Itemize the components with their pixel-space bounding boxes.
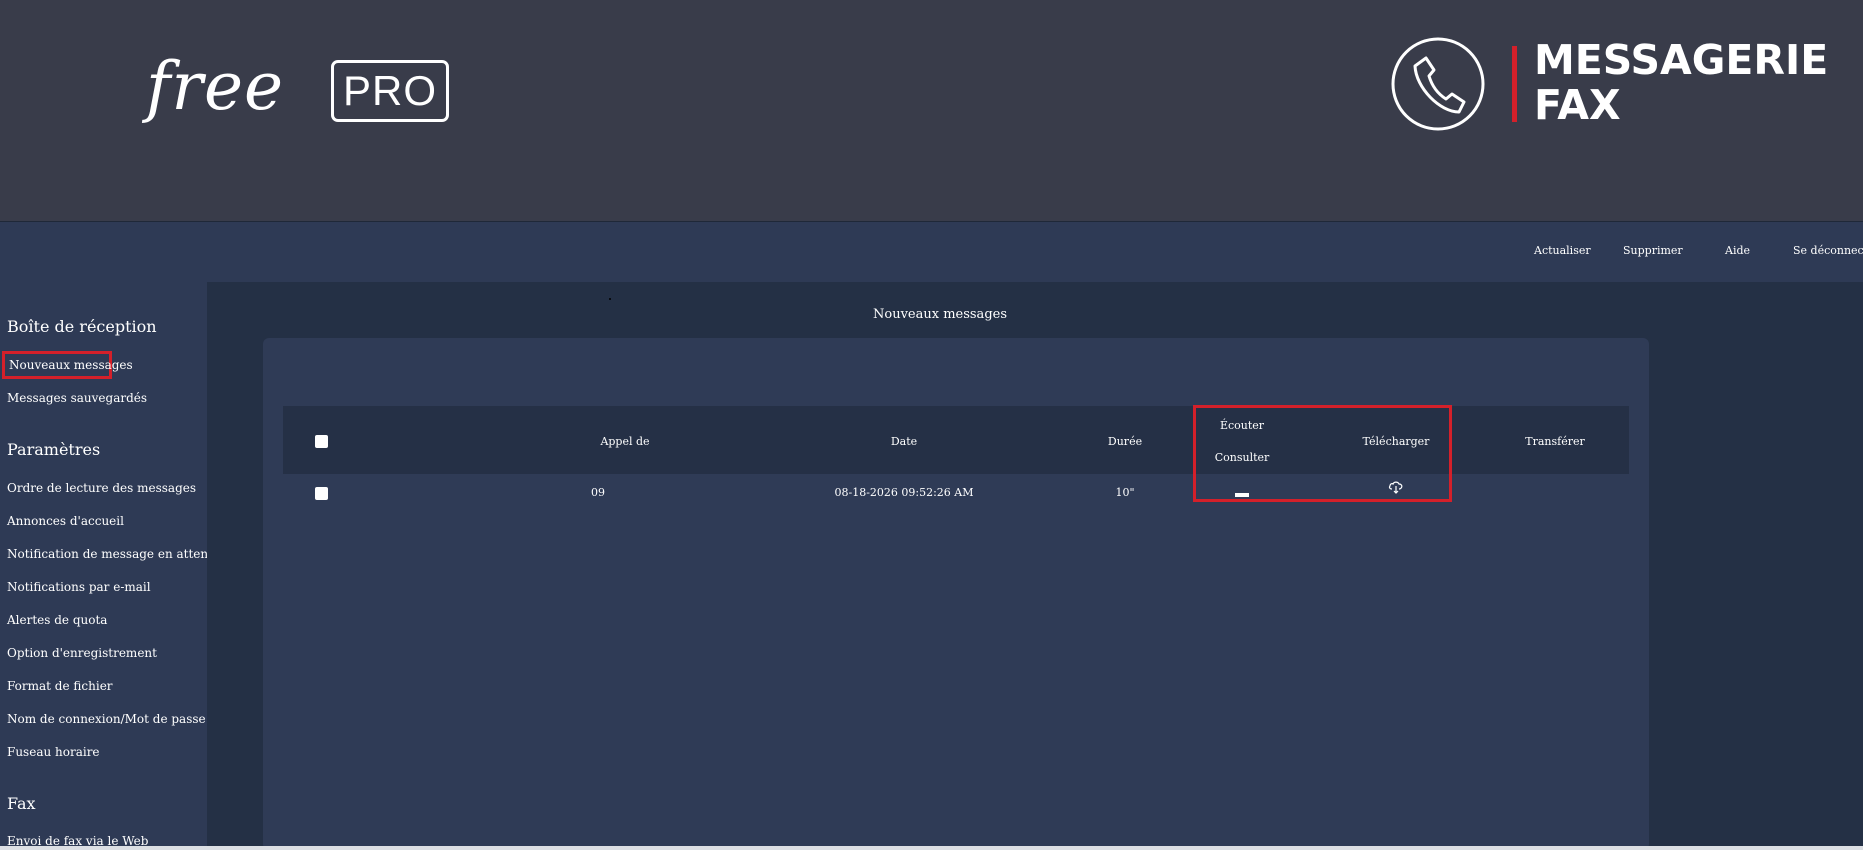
brand-title: MESSAGERIE FAX (1534, 38, 1828, 128)
top-nav: Actualiser Supprimer Aide Se déconnecter (0, 221, 1863, 282)
brand-accent-bar (1512, 46, 1517, 122)
sidebar-item-playback-order[interactable]: Ordre de lecture des messages (7, 481, 196, 495)
brand-line-2: FAX (1534, 81, 1621, 129)
sidebar-item-recording-option[interactable]: Option d'enregistrement (7, 646, 157, 660)
column-header-download: Télécharger (1362, 435, 1430, 448)
row-checkbox[interactable] (315, 487, 328, 500)
sidebar-item-email-notifications[interactable]: Notifications par e-mail (7, 580, 151, 594)
column-header-forward: Transférer (1525, 435, 1585, 448)
bottom-strip (0, 846, 1863, 850)
stray-dot (609, 298, 611, 300)
sidebar: Boîte de réception Nouveaux messages Mes… (0, 282, 207, 850)
header: free PRO MESSAGERIE FAX (0, 0, 1863, 221)
logo-pro: PRO (331, 60, 449, 122)
cloud-download-icon[interactable] (1388, 480, 1404, 494)
brand-line-1: MESSAGERIE (1534, 36, 1829, 84)
logout-button[interactable]: Se déconnecter (1793, 244, 1863, 257)
select-all-checkbox[interactable] (315, 435, 328, 448)
sidebar-item-saved-messages[interactable]: Messages sauvegardés (7, 391, 147, 405)
sidebar-item-waiting-notification[interactable]: Notification de message en attente (7, 547, 207, 561)
sidebar-heading-fax: Fax (7, 794, 36, 813)
help-button[interactable]: Aide (1725, 244, 1750, 257)
column-header-duration[interactable]: Durée (1108, 435, 1142, 448)
sidebar-item-login-password[interactable]: Nom de connexion/Mot de passe (7, 712, 206, 726)
sidebar-item-greetings[interactable]: Annonces d'accueil (7, 514, 124, 528)
sidebar-item-file-format[interactable]: Format de fichier (7, 679, 113, 693)
row-date: 08-18-2026 09:52:26 AM (834, 486, 974, 499)
logo-free: free (146, 48, 285, 125)
column-header-date[interactable]: Date (891, 435, 917, 448)
sidebar-heading-settings: Paramètres (7, 440, 101, 459)
refresh-button[interactable]: Actualiser (1534, 244, 1591, 257)
sidebar-item-quota-alerts[interactable]: Alertes de quota (7, 613, 107, 627)
column-header-listen: Écouter (1219, 419, 1265, 432)
sidebar-item-new-messages[interactable]: Nouveaux messages (2, 351, 133, 379)
listen-player-icon[interactable] (1235, 493, 1249, 497)
row-duration: 10" (1115, 486, 1135, 499)
row-from: 09 (591, 486, 605, 499)
page-title: Nouveaux messages (873, 307, 1007, 322)
phone-icon (1391, 37, 1485, 131)
column-header-from[interactable]: Appel de (600, 435, 649, 448)
column-header-view: Consulter (1214, 451, 1270, 464)
sidebar-item-timezone[interactable]: Fuseau horaire (7, 745, 100, 759)
delete-button[interactable]: Supprimer (1623, 244, 1683, 257)
